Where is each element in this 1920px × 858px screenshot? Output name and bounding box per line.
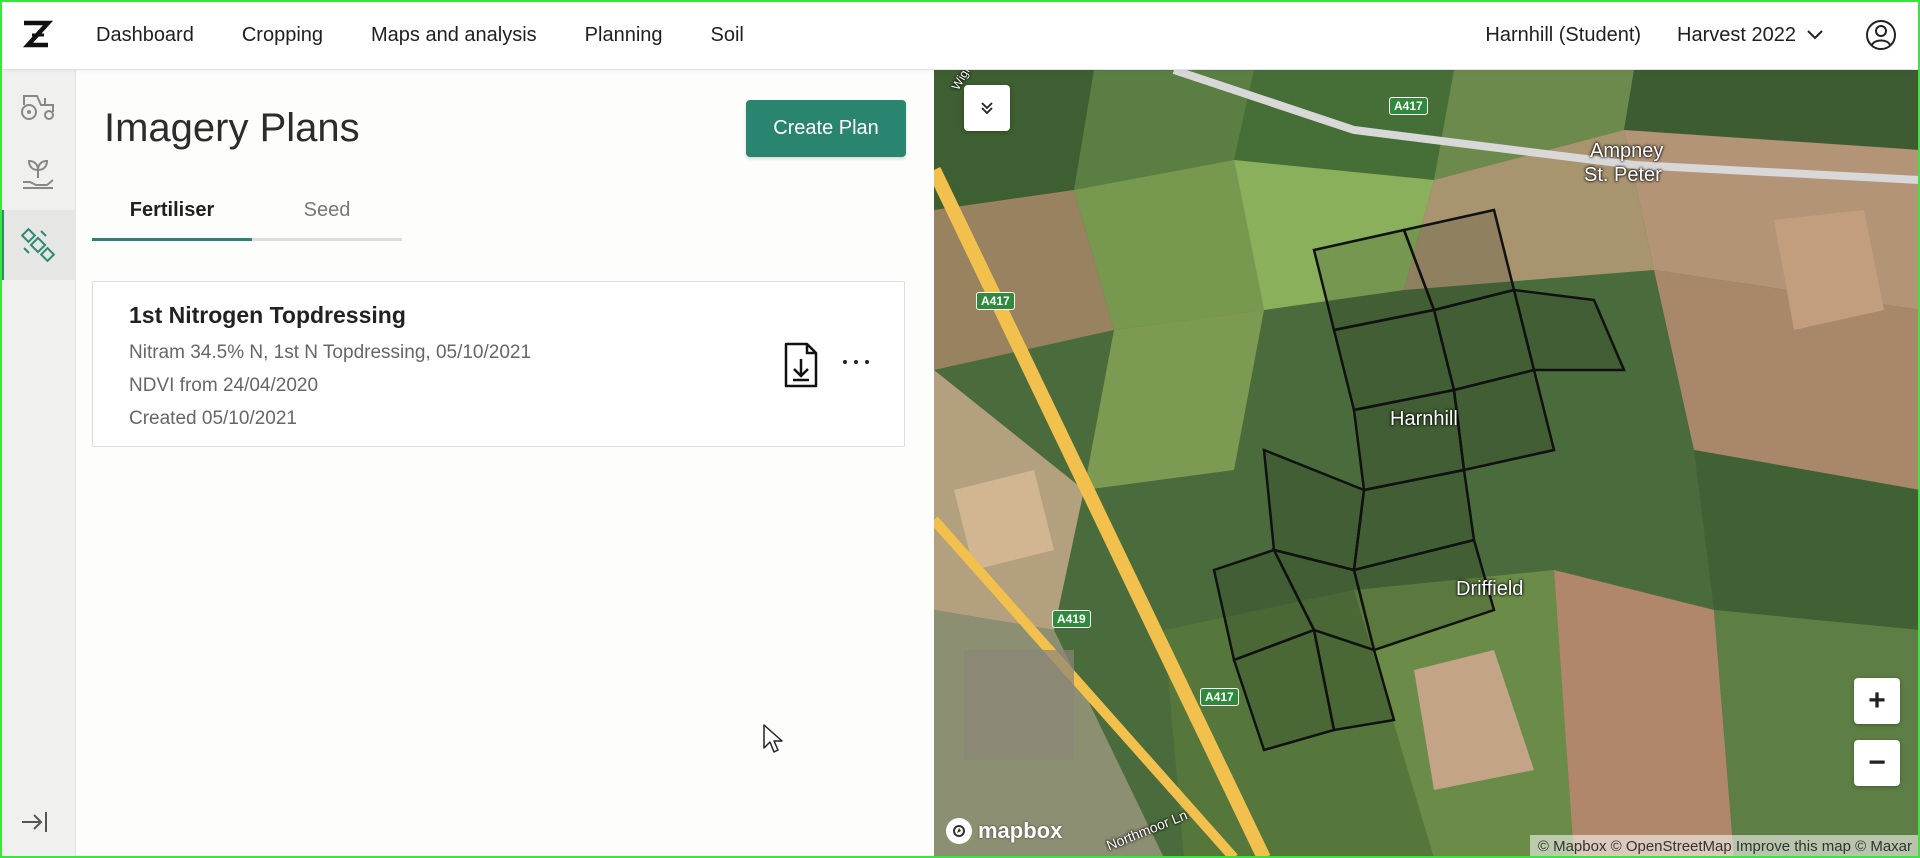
more-options-icon[interactable] (843, 352, 869, 372)
road-shield-a417-north: A417 (1389, 97, 1428, 115)
satellite-icon (21, 228, 55, 262)
map-label-driffield: Driffield (1456, 578, 1524, 600)
main-nav: Dashboard Cropping Maps and analysis Pla… (96, 0, 792, 70)
nav-soil[interactable]: Soil (711, 24, 744, 47)
road-shield-a417-west: A417 (976, 292, 1015, 310)
mapbox-logo[interactable]: mapbox (946, 818, 1062, 844)
tab-fertiliser[interactable]: Fertiliser (92, 182, 252, 238)
page-title: Imagery Plans (104, 106, 360, 150)
top-right-controls: Harnhill (Student) Harvest 2022 (1485, 0, 1920, 70)
map-attribution[interactable]: © Mapbox © OpenStreetMap Improve this ma… (1529, 835, 1920, 858)
chevron-down-icon (1807, 30, 1823, 40)
map-panel-toggle[interactable] (964, 85, 1010, 131)
map-label-st-peter: St. Peter (1584, 164, 1662, 186)
nav-maps-and-analysis[interactable]: Maps and analysis (371, 24, 537, 47)
expand-sidebar-icon[interactable] (19, 806, 51, 838)
brand-logo[interactable] (18, 17, 54, 53)
mouse-cursor-icon (763, 724, 783, 753)
road-shield-a419: A419 (1052, 610, 1091, 628)
double-chevron-down-icon (981, 102, 993, 115)
plan-ndvi-line: NDVI from 24/04/2020 (129, 375, 319, 396)
imagery-plans-panel: Imagery Plans Create Plan Fertiliser See… (76, 70, 934, 858)
farm-user-label[interactable]: Harnhill (Student) (1485, 24, 1641, 47)
map-imagery[interactable] (934, 70, 1920, 858)
mapbox-mark-icon (946, 818, 972, 844)
nav-cropping[interactable]: Cropping (242, 24, 323, 47)
active-tab-indicator (92, 238, 252, 241)
satellite-map[interactable]: Ampney St. Peter Harnhill Driffield Nort… (934, 70, 1920, 858)
zoom-in-button[interactable]: + (1854, 678, 1900, 724)
create-plan-button[interactable]: Create Plan (746, 100, 906, 157)
plan-product-line: Nitram 34.5% N, 1st N Topdressing, 05/10… (129, 342, 532, 363)
map-label-ampney: Ampney (1590, 140, 1664, 162)
harvest-selector[interactable]: Harvest 2022 (1677, 24, 1824, 47)
account-icon[interactable] (1864, 18, 1898, 52)
tab-seed[interactable]: Seed (252, 182, 402, 238)
zoom-out-button[interactable]: − (1854, 740, 1900, 786)
seedling-hand-icon (23, 159, 54, 189)
rail-item-cropping[interactable] (0, 140, 76, 210)
map-label-harnhill: Harnhill (1390, 408, 1458, 430)
harvest-label: Harvest 2022 (1677, 23, 1796, 46)
plan-created-line: Created 05/10/2021 (129, 408, 297, 429)
mapbox-wordmark: mapbox (978, 818, 1063, 843)
download-file-icon[interactable] (783, 342, 819, 388)
nav-dashboard[interactable]: Dashboard (96, 24, 194, 47)
rail-item-machinery[interactable] (0, 70, 76, 140)
top-bar: Dashboard Cropping Maps and analysis Pla… (0, 0, 1920, 70)
plan-title: 1st Nitrogen Topdressing (129, 302, 406, 328)
road-shield-a417-south: A417 (1200, 688, 1239, 706)
nav-planning[interactable]: Planning (585, 24, 663, 47)
tractor-icon (21, 95, 54, 120)
plan-card[interactable]: 1st Nitrogen Topdressing Nitram 34.5% N,… (92, 281, 905, 447)
rail-item-imagery[interactable] (0, 210, 76, 280)
left-icon-rail (0, 70, 76, 858)
